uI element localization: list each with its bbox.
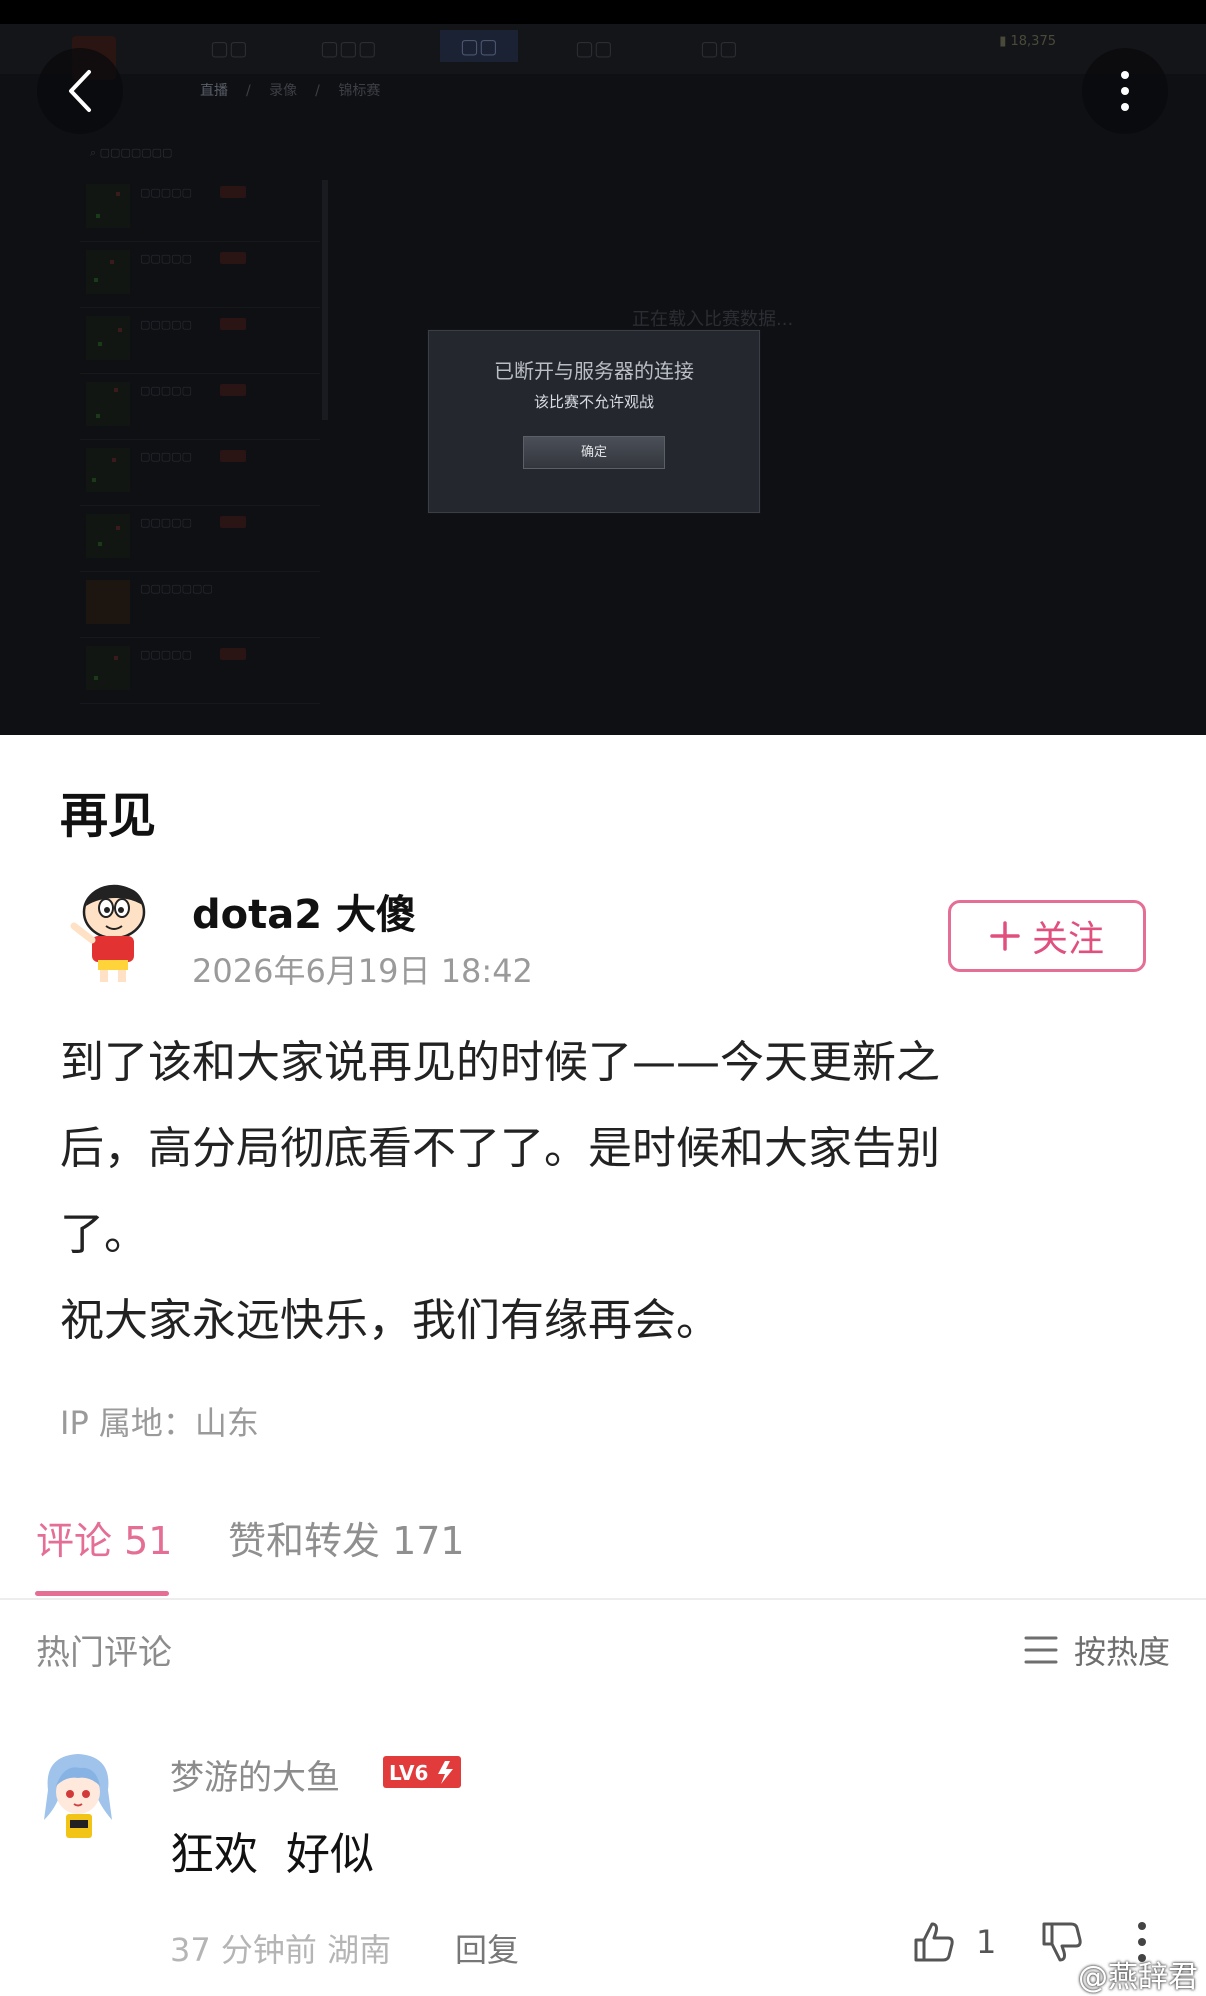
match-badge (220, 186, 246, 198)
match-badge (220, 450, 246, 462)
sort-button[interactable]: 按热度 (1024, 1627, 1170, 1673)
follow-label: 关注 (1031, 919, 1104, 960)
match-list: ▢▢▢▢▢ ▢▢▢▢▢ ▢▢▢▢▢ ▢▢▢▢▢ ▢▢▢▢▢ ▢▢▢▢▢ ▢▢▢▢… (80, 176, 320, 704)
menu-lines-icon (1024, 1636, 1058, 1664)
currency-readout: ▮ 18,375 (999, 34, 1056, 49)
dialog-title: 已断开与服务器的连接 (494, 359, 694, 383)
minimap (86, 448, 130, 492)
match-badge (220, 516, 246, 528)
minimap (86, 646, 130, 690)
post-body: 到了该和大家说再见的时候了——今天更新之 后，高分局彻底看不了了。是时候和大家告… (60, 1037, 940, 1346)
post-tabs: 评论 51 赞和转发 171 (0, 1510, 1206, 1600)
match-row: ▢▢▢▢▢ (80, 638, 320, 704)
breadcrumb-item: 录像 (269, 83, 298, 99)
breadcrumb-item: 直播 (200, 83, 228, 99)
follow-button[interactable]: 关注 (948, 900, 1146, 972)
match-row: ▢▢▢▢▢ (80, 176, 320, 242)
game-tab: ▢▢ (575, 36, 613, 60)
match-info: ▢▢▢▢▢ (140, 318, 192, 331)
match-badge (220, 318, 246, 330)
author-avatar[interactable] (62, 876, 162, 986)
match-info: ▢▢▢▢▢ (140, 252, 192, 265)
match-badge (220, 252, 246, 264)
disconnect-dialog: 已断开与服务器的连接 该比赛不允许观战 确定 (428, 330, 760, 513)
match-badge (220, 648, 246, 660)
more-options-button[interactable] (1082, 48, 1168, 134)
ip-location: IP 属地：山东 (60, 1404, 259, 1442)
commenter-name[interactable]: 梦游的大鱼 (170, 1750, 340, 1799)
chevron-left-icon (69, 70, 91, 112)
weibo-logo-icon (1040, 1963, 1072, 1987)
breadcrumb: 直播 / 录像 / 锦标赛 (200, 83, 381, 99)
like-button[interactable]: 1 (912, 1920, 996, 1964)
reply-button[interactable]: 回复 (455, 1925, 519, 1971)
tab-likes-reposts[interactable]: 赞和转发 171 (228, 1510, 465, 1565)
game-nav: ▢▢ ▢▢▢ ▢▢ ▢▢ ▢▢ (0, 24, 1206, 74)
match-info: ▢▢▢▢▢▢▢ (140, 582, 213, 595)
game-tab: ▢▢ (700, 36, 738, 60)
post-date: 2026年6月19日 18:42 (192, 952, 533, 990)
match-row: ▢▢▢▢▢▢▢ (80, 572, 320, 638)
match-row: ▢▢▢▢▢ (80, 440, 320, 506)
back-button[interactable] (37, 48, 123, 134)
minimap (86, 184, 130, 228)
dialog-message: 该比赛不允许观战 (533, 393, 654, 411)
match-row: ▢▢▢▢▢ (80, 308, 320, 374)
cartoon-boy-avatar-icon (70, 884, 146, 982)
level-badge-icon: LV6 (383, 1756, 461, 1788)
thumbs-up-icon (914, 1922, 954, 1962)
match-info: ▢▢▢▢▢ (140, 648, 192, 661)
minimap (86, 316, 130, 360)
minimap (86, 250, 130, 294)
match-info: ▢▢▢▢▢ (140, 186, 192, 199)
match-info: ▢▢▢▢▢ (140, 516, 192, 529)
minimap (86, 382, 130, 426)
comment-text: 狂欢 好似 (170, 1829, 374, 1880)
game-tab: ▢▢ (210, 36, 248, 60)
sort-label: 按热度 (1074, 1633, 1171, 1671)
comment-meta: 37 分钟前 湖南 (170, 1931, 392, 1969)
loading-text: 正在载入比赛数据... (632, 309, 794, 330)
match-info: ▢▢▢▢▢ (140, 384, 192, 397)
dialog-confirm-button: 确定 (523, 436, 665, 469)
plus-icon (990, 921, 1020, 951)
watermark: @燕辞君 (1040, 1952, 1198, 1996)
commenter-avatar[interactable] (40, 1750, 116, 1842)
hot-comments-label: 热门评论 (36, 1633, 172, 1673)
minimap (86, 580, 130, 624)
game-tab-watch: ▢▢ (440, 30, 518, 62)
more-vertical-icon (1121, 71, 1129, 111)
match-badge (220, 384, 246, 396)
game-tab: ▢▢▢ (320, 36, 377, 60)
list-scrollbar (322, 180, 328, 420)
match-row: ▢▢▢▢▢ (80, 374, 320, 440)
post-image[interactable]: ▢▢ ▢▢▢ ▢▢ ▢▢ ▢▢ ▮ 18,375 直播 / 录像 / 锦标赛 ⌕ ▢… (0, 0, 1206, 735)
post-title: 再见 (60, 788, 157, 844)
minimap (86, 514, 130, 558)
image-top-bar (0, 0, 1206, 24)
match-info: ▢▢▢▢▢ (140, 450, 192, 463)
match-search: ⌕ ▢▢▢▢▢▢▢ (90, 146, 173, 159)
level-badge-text: LV6 (389, 1761, 428, 1785)
like-count: 1 (976, 1923, 997, 1961)
anime-girl-avatar-icon (44, 1754, 112, 1838)
breadcrumb-item: 锦标赛 (338, 83, 381, 99)
author-name[interactable]: dota2 大傻 (192, 882, 416, 940)
watermark-text: @燕辞君 (1078, 1960, 1198, 1995)
active-tab-indicator (35, 1591, 169, 1596)
match-row: ▢▢▢▢▢ (80, 242, 320, 308)
match-row: ▢▢▢▢▢ (80, 506, 320, 572)
tab-comments[interactable]: 评论 51 (36, 1510, 172, 1565)
